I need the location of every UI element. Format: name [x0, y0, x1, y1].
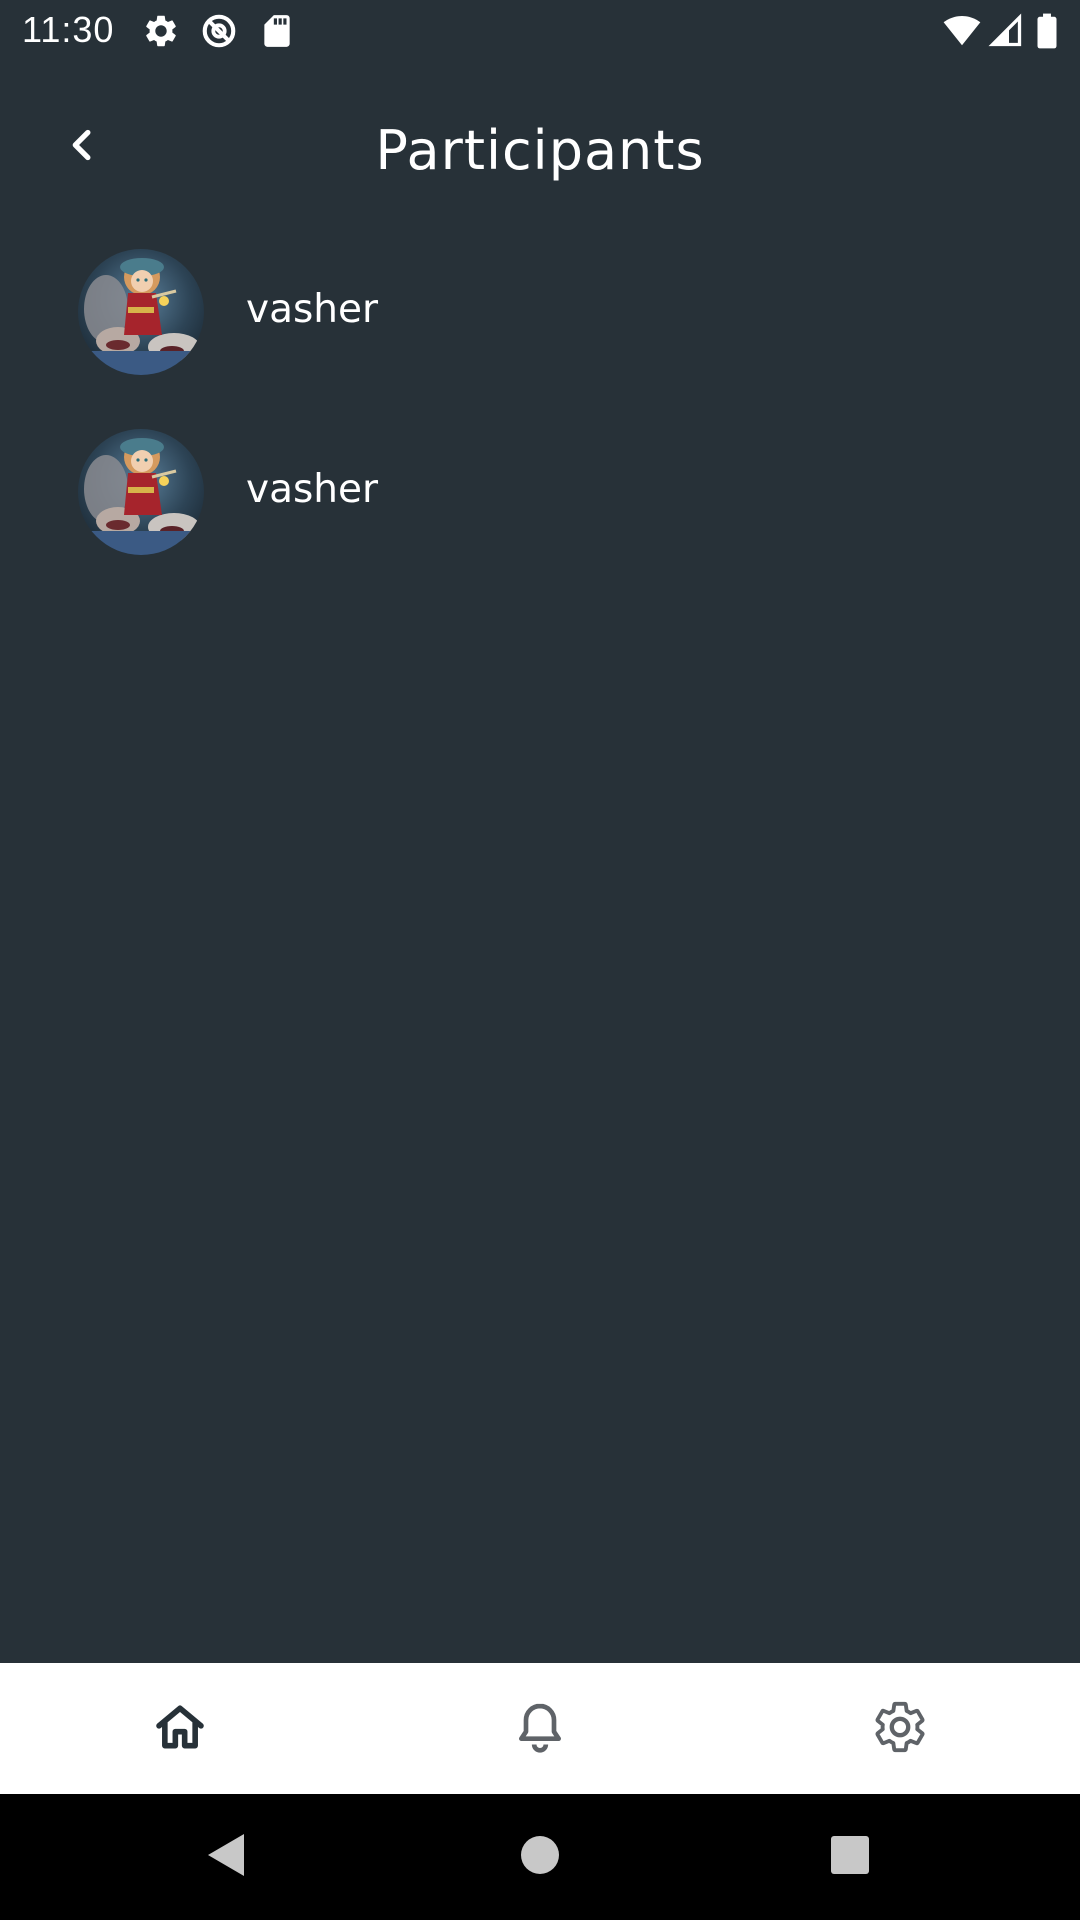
battery-icon [1034, 12, 1060, 50]
participant-name: vasher [246, 467, 379, 512]
sd-card-icon [258, 12, 296, 50]
wifi-icon [942, 12, 981, 50]
participants-list: vasher vasher [0, 243, 1080, 603]
system-recents-button[interactable] [770, 1794, 930, 1920]
header: Participants [0, 63, 1080, 243]
gear-icon [142, 12, 180, 50]
settings-gear-icon [871, 1698, 929, 1760]
avatar [78, 249, 204, 375]
nav-notifications-tab[interactable] [360, 1663, 720, 1794]
system-back-button[interactable] [146, 1794, 306, 1920]
bell-icon [512, 1699, 568, 1759]
nav-settings-tab[interactable] [720, 1663, 1080, 1794]
bottom-navigation [0, 1663, 1080, 1794]
page-title: Participants [375, 119, 705, 182]
avatar [78, 429, 204, 555]
status-time: 11:30 [22, 9, 115, 50]
back-triangle-icon [204, 1831, 248, 1883]
system-navigation-bar [0, 1794, 1080, 1920]
status-bar: 11:30 [0, 0, 1080, 63]
participant-name: vasher [246, 287, 379, 332]
participant-row[interactable]: vasher [0, 423, 1080, 603]
cell-signal-icon [988, 12, 1026, 50]
system-home-button[interactable] [460, 1794, 620, 1920]
participant-row[interactable]: vasher [0, 243, 1080, 423]
home-icon [152, 1699, 208, 1759]
home-circle-icon [520, 1835, 560, 1879]
no-sync-icon [200, 12, 238, 50]
nav-home-tab[interactable] [0, 1663, 360, 1794]
recents-square-icon [830, 1835, 870, 1879]
